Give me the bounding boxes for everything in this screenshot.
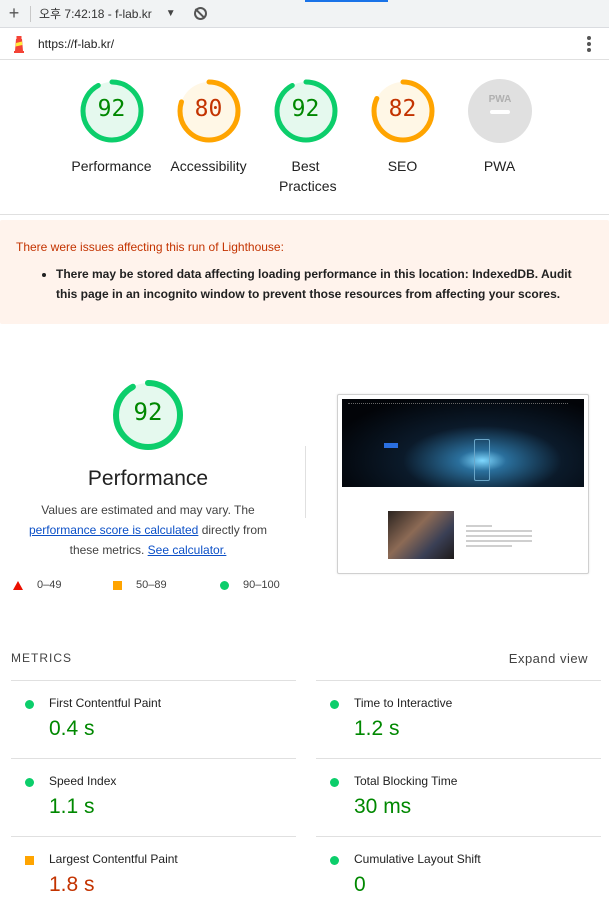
- warning-title: There were issues affecting this run of …: [16, 240, 284, 254]
- pass-circle-icon: [330, 856, 339, 865]
- performance-title: Performance: [87, 467, 209, 490]
- pass-circle-icon: [330, 778, 339, 787]
- metric-name: Largest Contentful Paint: [49, 852, 178, 866]
- url-bar: https://f-lab.kr/: [0, 28, 609, 60]
- legend-pass-label: 90–100: [243, 579, 280, 591]
- warning-item: There may be stored data affecting loadi…: [56, 264, 593, 304]
- metric-value: 1.2 s: [354, 717, 400, 740]
- gauge-accessibility[interactable]: 80 Accessibility: [160, 78, 257, 214]
- gauge-label: Performance: [71, 158, 152, 174]
- see-calculator-link[interactable]: See calculator.: [148, 543, 227, 557]
- gauge-best-practices[interactable]: 92 Best Practices: [257, 78, 354, 214]
- gauge-label: Best Practices: [279, 158, 337, 194]
- performance-description: Values are estimated and may vary. The p…: [20, 500, 276, 560]
- screenshot-photo: [388, 511, 454, 559]
- screenshot-button: [384, 443, 398, 448]
- screenshot-light-shape: [474, 439, 490, 481]
- expand-view-toggle[interactable]: Expand view: [509, 651, 588, 666]
- legend-fail: 0–49: [13, 579, 61, 591]
- gauge-label: PWA: [483, 158, 516, 174]
- metric-name: Time to Interactive: [354, 696, 453, 710]
- gauge-ring: 92: [79, 78, 145, 144]
- metric-value: 0: [354, 873, 366, 896]
- tab-strip: + 오후 7:42:18 - f-lab.kr ▼: [0, 0, 609, 28]
- metric-name: Total Blocking Time: [354, 774, 458, 788]
- screenshot-text-lines: [466, 525, 532, 550]
- active-tab-indicator: [305, 0, 388, 2]
- gauge-score: 92: [97, 96, 126, 122]
- metric-name: First Contentful Paint: [49, 696, 162, 710]
- score-calculated-link[interactable]: performance score is calculated: [29, 523, 198, 537]
- tab-title[interactable]: 오후 7:42:18 - f-lab.kr: [39, 5, 152, 22]
- screenshot-hero-image: [342, 399, 584, 487]
- metric-total-blocking-time: Total Blocking Time 30 ms: [316, 758, 601, 836]
- pass-circle-icon: [25, 778, 34, 787]
- divider: [305, 446, 306, 518]
- pass-circle-icon: [330, 700, 339, 709]
- metric-name: Speed Index: [49, 774, 117, 788]
- metrics-header: METRICS Expand view: [11, 651, 588, 666]
- legend-fail-label: 0–49: [37, 579, 62, 591]
- gauge-ring: PWA: [467, 78, 533, 144]
- gauge-pwa[interactable]: PWA PWA: [451, 78, 548, 214]
- metric-name: Cumulative Layout Shift: [354, 852, 481, 866]
- legend-average: 50–89: [113, 579, 167, 591]
- performance-section: 92 Performance Values are estimated and …: [0, 324, 609, 624]
- page-url[interactable]: https://f-lab.kr/: [38, 37, 114, 51]
- pass-circle-icon: [25, 700, 34, 709]
- metric-value: 30 ms: [354, 795, 412, 818]
- category-gauges: 92 Performance 80 Accessibility 92 Best …: [0, 60, 609, 215]
- metrics-title: METRICS: [11, 651, 72, 665]
- divider: [30, 5, 31, 22]
- metric-speed-index: Speed Index 1.1 s: [11, 758, 296, 836]
- legend-average-label: 50–89: [136, 579, 167, 591]
- more-vert-icon[interactable]: [587, 36, 591, 54]
- gauge-score: 82: [388, 96, 417, 122]
- gauge-ring: 92: [273, 78, 339, 144]
- svg-text:PWA: PWA: [488, 94, 511, 105]
- performance-gauge[interactable]: 92: [112, 379, 184, 451]
- performance-score: 92: [133, 398, 163, 426]
- metric-first-contentful-paint: First Contentful Paint 0.4 s: [11, 680, 296, 758]
- gauge-score: 92: [291, 96, 320, 122]
- new-tab-plus-icon[interactable]: +: [0, 3, 28, 24]
- warning-box: There were issues affecting this run of …: [0, 220, 609, 324]
- desc-text: Values are estimated and may vary. The: [41, 503, 255, 517]
- gauge-performance[interactable]: 92 Performance: [63, 78, 160, 214]
- metric-cumulative-layout-shift: Cumulative Layout Shift 0: [316, 836, 601, 914]
- legend-pass: 90–100: [220, 579, 280, 591]
- gauge-label: SEO: [387, 158, 418, 174]
- metric-value: 1.8 s: [49, 873, 95, 896]
- gauge-ring: 80: [176, 78, 242, 144]
- average-square-icon: [113, 580, 122, 590]
- metric-time-to-interactive: Time to Interactive 1.2 s: [316, 680, 601, 758]
- average-square-icon: [25, 856, 34, 865]
- gauge-score: 80: [194, 96, 223, 122]
- block-icon[interactable]: [193, 7, 207, 20]
- screenshot-nav: [348, 403, 568, 405]
- gauge-ring: 82: [370, 78, 436, 144]
- metric-value: 1.1 s: [49, 795, 95, 818]
- final-screenshot[interactable]: [337, 394, 589, 574]
- warning-list: There may be stored data affecting loadi…: [56, 264, 593, 304]
- metric-largest-contentful-paint: Largest Contentful Paint 1.8 s: [11, 836, 296, 914]
- pass-circle-icon: [220, 580, 229, 590]
- gauge-seo[interactable]: 82 SEO: [354, 78, 451, 214]
- lighthouse-logo-icon: [14, 35, 24, 53]
- gauge-label: Accessibility: [170, 158, 247, 174]
- metric-value: 0.4 s: [49, 717, 95, 740]
- dropdown-caret-icon[interactable]: ▼: [166, 8, 176, 19]
- fail-triangle-icon: [13, 580, 23, 590]
